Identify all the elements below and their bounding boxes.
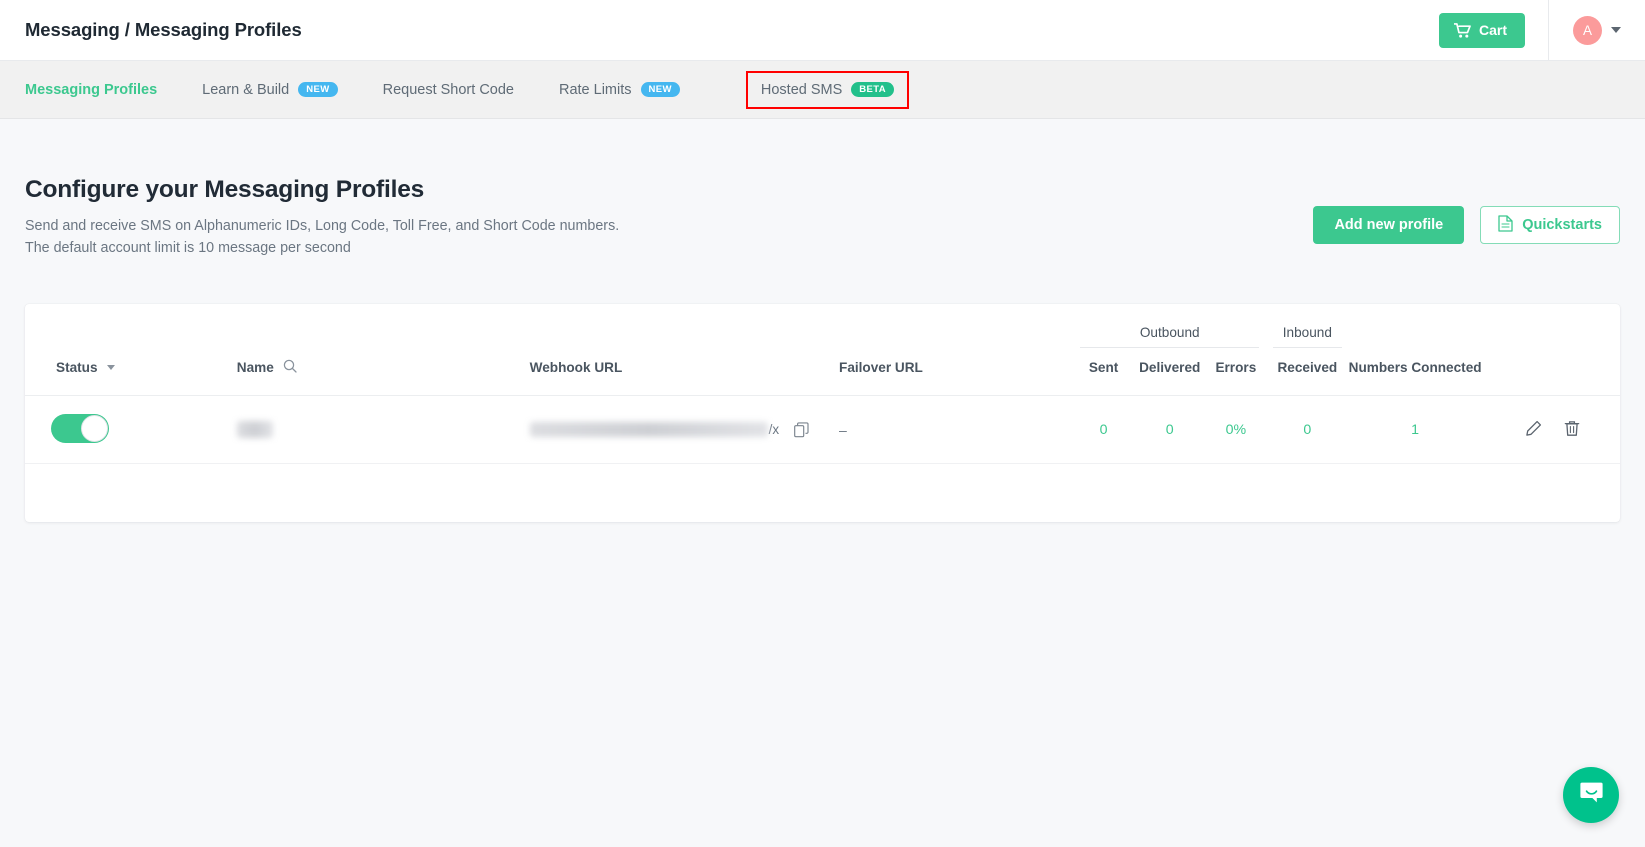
quickstarts-button[interactable]: Quickstarts xyxy=(1480,206,1620,244)
cell-status xyxy=(25,395,213,464)
profiles-table-body: /x – 0 0 0% 0 1 xyxy=(25,395,1620,464)
profile-name-redacted xyxy=(236,421,273,439)
pencil-icon[interactable] xyxy=(1525,420,1542,440)
page-header-text: Configure your Messaging Profiles Send a… xyxy=(25,176,619,259)
trash-icon[interactable] xyxy=(1564,420,1580,440)
column-header-name-label: Name xyxy=(236,360,274,375)
failover-url-value: – xyxy=(839,421,847,438)
copy-icon[interactable] xyxy=(794,421,809,438)
main-content: Configure your Messaging Profiles Send a… xyxy=(0,119,1645,522)
page-header-actions: Add new profile Quickstarts xyxy=(1313,176,1620,244)
chat-bubble-icon xyxy=(1578,779,1605,811)
chevron-down-icon xyxy=(1611,27,1621,33)
group-spacer xyxy=(1484,304,1620,348)
avatar: A xyxy=(1573,15,1602,45)
webhook-url-redacted xyxy=(529,422,768,437)
sent-value[interactable]: 0 xyxy=(1100,422,1108,438)
numbers-connected-value[interactable]: 1 xyxy=(1411,422,1419,438)
group-spacer xyxy=(1346,304,1485,348)
column-header-failover-url: Failover URL xyxy=(839,348,1071,396)
page-header: Configure your Messaging Profiles Send a… xyxy=(25,119,1620,259)
tab-label: Rate Limits xyxy=(558,81,632,98)
tab-label: Request Short Code xyxy=(382,81,514,98)
group-header-inbound-label: Inbound xyxy=(1272,325,1342,348)
errors-value[interactable]: 0% xyxy=(1226,422,1247,438)
cell-webhook-url: /x xyxy=(529,395,840,464)
page-subtitle-line-1: Send and receive SMS on Alphanumeric IDs… xyxy=(25,218,620,234)
cell-actions xyxy=(1484,395,1620,464)
cart-button[interactable]: Cart xyxy=(1438,12,1525,48)
column-header-delivered: Delivered xyxy=(1136,348,1203,396)
page-subtitle-line-2: The default account limit is 10 message … xyxy=(25,239,351,256)
column-header-numbers-connected: Numbers Connected xyxy=(1345,348,1485,396)
column-header-status[interactable]: Status xyxy=(25,348,213,396)
tab-label: Learn & Build xyxy=(202,81,290,98)
add-new-profile-button[interactable]: Add new profile xyxy=(1313,206,1465,244)
badge-new: NEW xyxy=(640,81,680,98)
chat-launcher-button[interactable] xyxy=(1563,767,1619,823)
group-spacer xyxy=(530,304,839,348)
column-header-errors: Errors xyxy=(1202,348,1269,396)
cell-numbers-connected: 1 xyxy=(1345,395,1485,464)
account-menu[interactable]: A xyxy=(1549,15,1621,45)
cell-name xyxy=(212,395,530,464)
top-bar-right: Cart A xyxy=(1438,0,1621,61)
column-header-webhook-url: Webhook URL xyxy=(529,348,840,396)
cell-delivered: 0 xyxy=(1136,395,1203,464)
delivered-value[interactable]: 0 xyxy=(1166,422,1174,438)
received-value[interactable]: 0 xyxy=(1303,422,1311,438)
column-header-status-label: Status xyxy=(56,360,98,375)
group-header-inbound: Inbound xyxy=(1269,304,1346,348)
quickstarts-label: Quickstarts xyxy=(1522,217,1602,233)
tab-label: Hosted SMS xyxy=(760,81,843,98)
webhook-url-tail: /x xyxy=(768,422,780,437)
document-icon xyxy=(1498,214,1513,236)
profiles-card: Outbound Inbound Status Name Webhook URL… xyxy=(25,304,1620,522)
cell-received: 0 xyxy=(1268,395,1346,464)
column-header-name[interactable]: Name xyxy=(212,348,530,396)
breadcrumb: Messaging / Messaging Profiles xyxy=(25,19,302,40)
status-toggle-knob xyxy=(81,414,108,442)
table-row: /x – 0 0 0% 0 1 xyxy=(25,395,1620,464)
tab-messaging-profiles[interactable]: Messaging Profiles xyxy=(25,73,157,107)
cell-sent: 0 xyxy=(1070,395,1137,464)
profiles-table-head: Outbound Inbound Status Name Webhook URL… xyxy=(25,304,1620,396)
tab-hosted-sms[interactable]: Hosted SMS BETA xyxy=(745,70,910,109)
badge-new: NEW xyxy=(298,81,338,98)
chevron-down-icon[interactable] xyxy=(106,365,115,370)
group-spacer xyxy=(213,304,530,348)
group-header-outbound-label: Outbound xyxy=(1080,325,1260,348)
group-header-outbound: Outbound xyxy=(1071,304,1269,348)
profiles-table: Outbound Inbound Status Name Webhook URL… xyxy=(25,304,1620,464)
tab-label: Messaging Profiles xyxy=(25,81,158,98)
status-toggle[interactable] xyxy=(51,413,109,443)
column-header-sent: Sent xyxy=(1070,348,1137,396)
group-spacer xyxy=(839,304,1071,348)
group-spacer xyxy=(25,304,213,348)
badge-beta: BETA xyxy=(851,81,895,98)
tab-rate-limits[interactable]: Rate Limits NEW xyxy=(559,73,680,107)
column-header-actions xyxy=(1484,348,1620,396)
cell-errors: 0% xyxy=(1202,395,1269,464)
cart-label: Cart xyxy=(1478,22,1507,38)
group-header-row: Outbound Inbound xyxy=(25,304,1620,348)
page-title: Configure your Messaging Profiles xyxy=(25,176,425,203)
column-header-received: Received xyxy=(1268,348,1346,396)
column-header-row: Status Name Webhook URL Failover URL Sen… xyxy=(25,348,1620,396)
tab-learn-and-build[interactable]: Learn & Build NEW xyxy=(202,73,338,107)
page-subtitle: Send and receive SMS on Alphanumeric IDs… xyxy=(25,216,619,259)
tab-request-short-code[interactable]: Request Short Code xyxy=(383,73,514,107)
top-bar: Messaging / Messaging Profiles Cart A xyxy=(0,0,1645,61)
tab-bar: Messaging Profiles Learn & Build NEW Req… xyxy=(0,61,1645,119)
search-icon[interactable] xyxy=(283,359,297,376)
cell-failover-url: – xyxy=(839,395,1071,464)
cart-icon xyxy=(1453,22,1471,38)
